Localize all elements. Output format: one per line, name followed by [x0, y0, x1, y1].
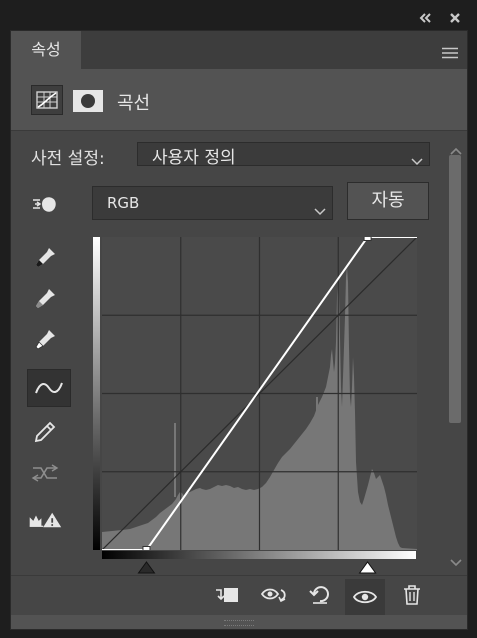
- pencil-icon: [34, 421, 56, 443]
- tab-properties[interactable]: 속성: [11, 31, 81, 69]
- smooth-curve-button[interactable]: [27, 455, 63, 491]
- clip-to-layer-button[interactable]: [211, 579, 243, 611]
- histogram-spike: [316, 397, 318, 437]
- on-image-adjust-tool[interactable]: [27, 186, 63, 222]
- white-eyedropper-icon: [35, 330, 55, 350]
- chevron-down-icon: [411, 151, 423, 170]
- reset-icon: [309, 586, 329, 604]
- panel-resize-grip[interactable]: [224, 620, 254, 626]
- trash-icon: [404, 585, 420, 605]
- delete-button[interactable]: [396, 579, 428, 611]
- white-point-slider[interactable]: [358, 561, 377, 574]
- chevron-down-icon: [314, 201, 326, 220]
- curves-graph[interactable]: [102, 237, 417, 550]
- input-sliders[interactable]: [102, 558, 417, 576]
- adjustment-title: 곡선: [117, 93, 151, 114]
- gray-eyedropper-icon: [36, 289, 55, 308]
- preset-value: 사용자 정의: [152, 148, 236, 168]
- view-previous-button[interactable]: [259, 579, 291, 611]
- preset-label: 사전 설정:: [31, 149, 105, 169]
- white-eyedropper-button[interactable]: [27, 322, 63, 358]
- scrollbar-thumb[interactable]: [449, 155, 461, 423]
- scroll-down-icon[interactable]: [450, 552, 462, 571]
- black-eyedropper-button[interactable]: [27, 240, 63, 276]
- collapse-panels-icon[interactable]: [418, 9, 432, 28]
- clipping-warning-button[interactable]: [27, 502, 63, 538]
- channel-dropdown[interactable]: RGB: [92, 186, 333, 220]
- output-gradient-bar: [93, 237, 100, 550]
- preset-dropdown[interactable]: 사용자 정의: [137, 142, 430, 168]
- gray-eyedropper-button[interactable]: [27, 281, 63, 317]
- reset-button[interactable]: [304, 579, 336, 611]
- smooth-icon: [31, 464, 59, 482]
- draw-curve-button[interactable]: [27, 414, 63, 450]
- curves-layer-icon[interactable]: [31, 85, 63, 115]
- visibility-button[interactable]: [345, 579, 385, 615]
- curve-control-point[interactable]: [363, 237, 372, 241]
- mask-icon[interactable]: [73, 90, 103, 112]
- histogram-spike: [174, 423, 176, 497]
- hand-target-icon: [33, 197, 56, 212]
- curve-control-point[interactable]: [142, 546, 151, 551]
- black-point-slider[interactable]: [137, 561, 156, 574]
- close-icon[interactable]: [449, 9, 461, 28]
- edit-points-button[interactable]: [27, 369, 71, 407]
- channel-value: RGB: [107, 194, 140, 212]
- panel-title-bar: [0, 0, 477, 30]
- eye-icon: [353, 590, 377, 604]
- curve-points-icon: [35, 382, 63, 394]
- clip-to-layer-icon: [216, 588, 238, 602]
- view-previous-icon: [260, 588, 286, 603]
- hamburger-menu-icon[interactable]: [442, 44, 458, 63]
- clipping-warning-icon: [29, 512, 62, 528]
- auto-button[interactable]: 자동: [347, 182, 429, 220]
- black-eyedropper-icon: [36, 248, 55, 267]
